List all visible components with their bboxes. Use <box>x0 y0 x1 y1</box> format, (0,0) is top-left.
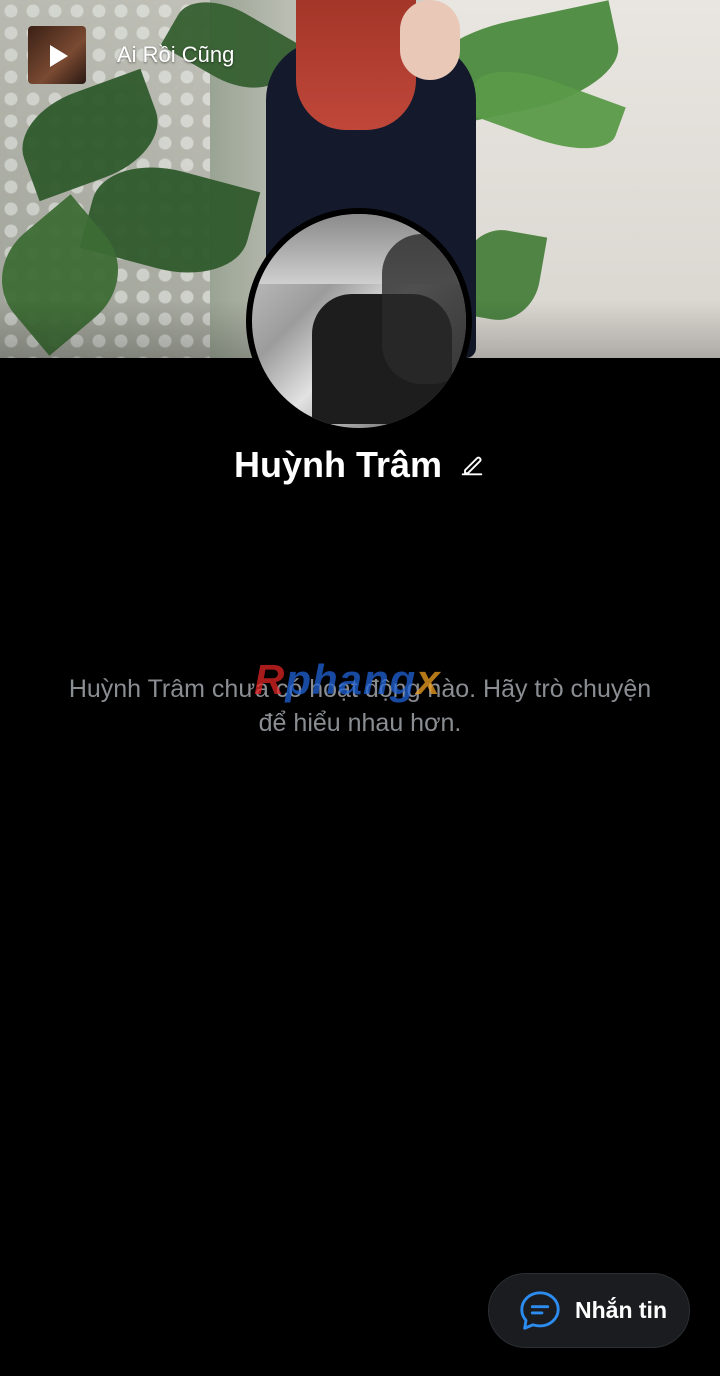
watermark-logo: Rphangx <box>254 656 441 704</box>
avatar-image <box>252 214 466 428</box>
profile-music[interactable]: Ai Rồi Cũng <box>28 26 234 84</box>
music-thumbnail[interactable] <box>28 26 86 84</box>
profile-name: Huỳnh Trâm <box>233 444 443 485</box>
avatar-shape <box>382 234 466 384</box>
watermark-part: R <box>254 656 286 703</box>
watermark-part: x <box>416 656 441 703</box>
music-title: Ai Rồi Cũng <box>117 42 235 67</box>
watermark-part: phang <box>285 656 417 703</box>
chat-bubble-icon <box>520 1290 560 1330</box>
avatar[interactable] <box>246 208 472 434</box>
cover-person-hair <box>296 0 416 130</box>
pencil-icon[interactable] <box>458 451 486 479</box>
message-button-label: Nhắn tin <box>575 1297 667 1323</box>
profile-name-row: Huỳnh Trâm <box>0 444 720 486</box>
message-button[interactable]: Nhắn tin <box>488 1273 690 1348</box>
play-icon[interactable] <box>50 45 68 67</box>
cover-person-arm <box>400 0 460 80</box>
